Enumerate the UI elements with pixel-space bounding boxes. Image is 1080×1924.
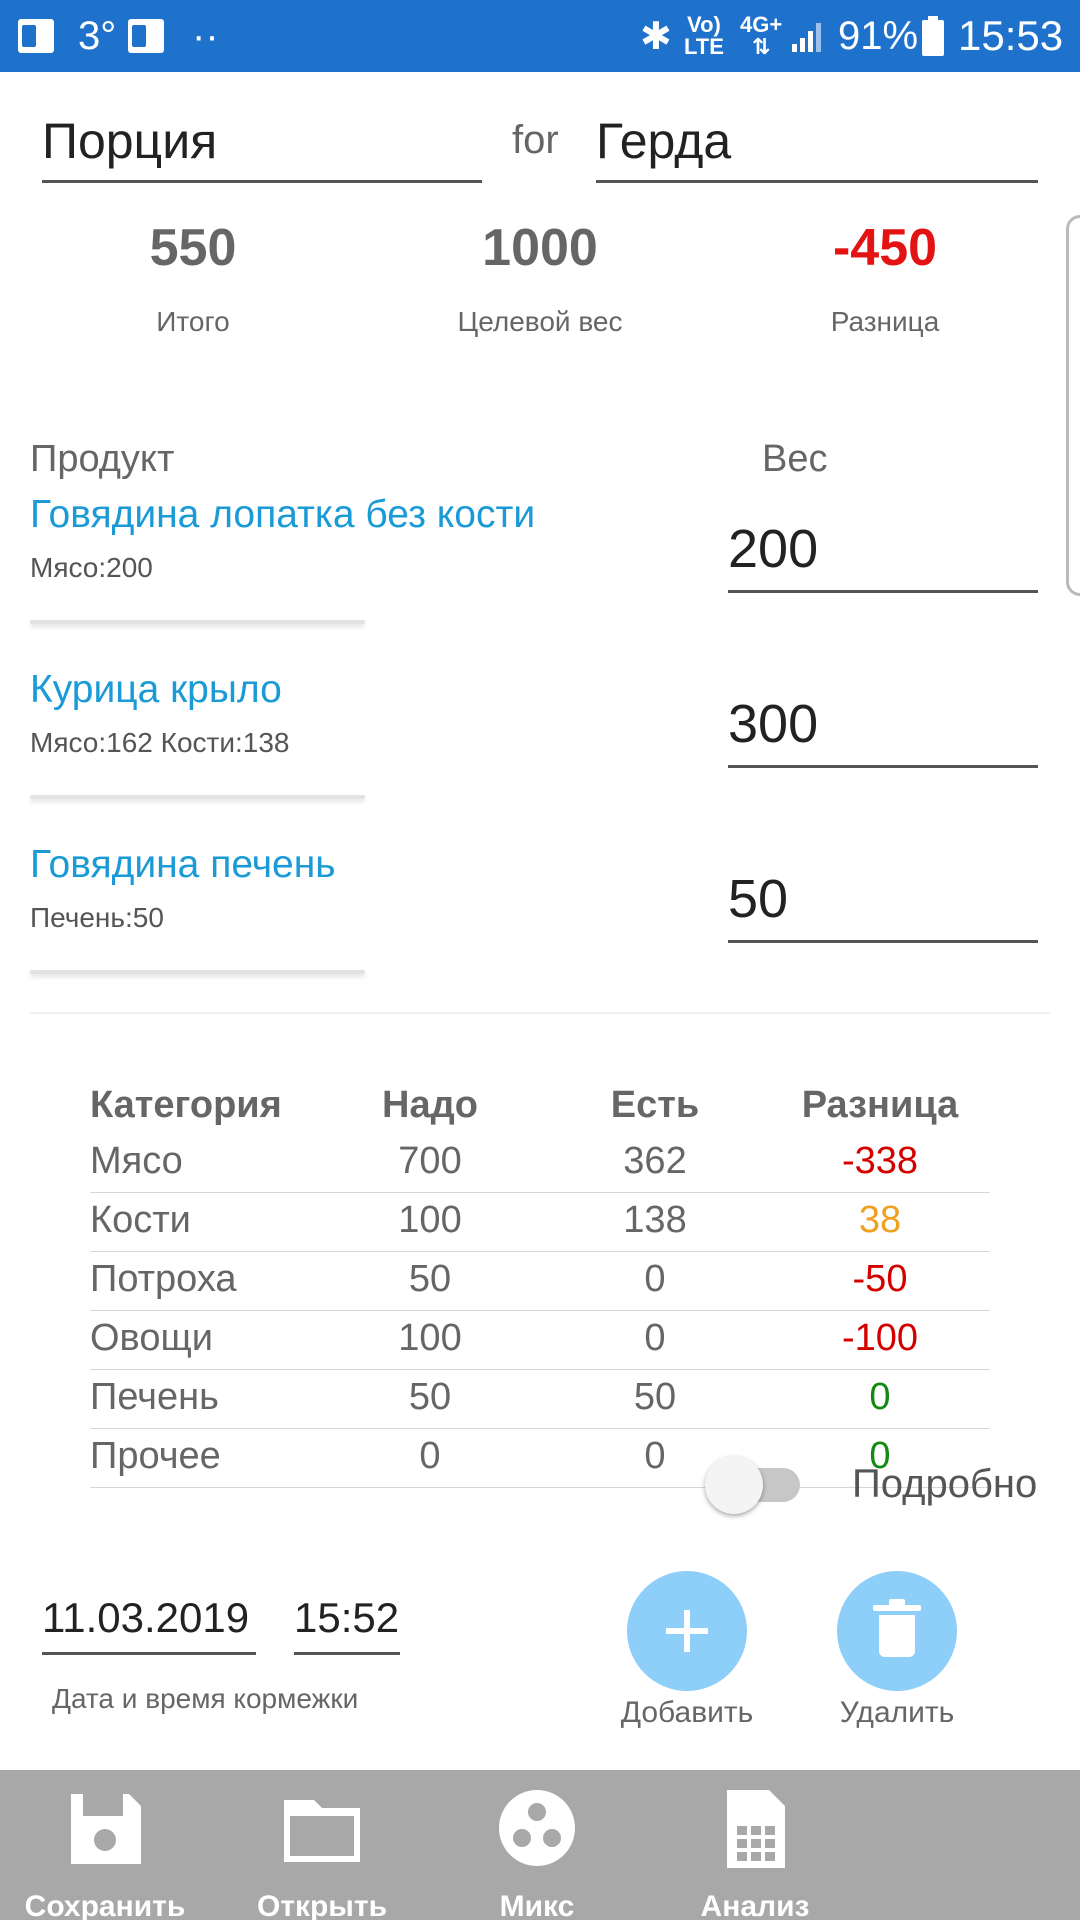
have-value: 138 (623, 1199, 687, 1241)
for-label: for (512, 118, 559, 162)
header-have: Есть (610, 1084, 700, 1126)
spreadsheet-icon (695, 1788, 815, 1870)
table-row: Потроха 50 0 -50 (90, 1252, 990, 1311)
add-button-label: Добавить (620, 1696, 754, 1729)
header-need: Надо (382, 1084, 478, 1126)
category-name: Печень (90, 1376, 219, 1418)
feeding-datetime-caption: Дата и время кормежки (52, 1683, 359, 1714)
feeding-time-input[interactable]: 15:52 (294, 1590, 400, 1655)
category-name: Мясо (90, 1140, 183, 1182)
outlook-icon (18, 0, 54, 72)
product-name-link[interactable]: Курица крыло (30, 668, 282, 712)
difference-value: -50 (852, 1258, 908, 1300)
battery-percent: 91% (838, 13, 919, 58)
category-name: Потроха (90, 1258, 237, 1300)
delete-button[interactable] (837, 1571, 957, 1691)
table-row: Овощи 100 0 -100 (90, 1311, 990, 1370)
product-name-link[interactable]: Говядина лопатка без кости (30, 493, 535, 537)
save-icon (45, 1788, 165, 1870)
difference-label: Разница (830, 306, 940, 337)
product-column-header: Продукт (30, 438, 175, 480)
battery-icon (922, 0, 944, 72)
delete-button-label: Удалить (839, 1696, 955, 1729)
nav-mix-button[interactable]: Микс (477, 1770, 597, 1923)
product-divider (30, 970, 365, 974)
notification-dots: ·· (192, 13, 219, 58)
need-value: 100 (398, 1317, 462, 1359)
difference-value: 38 (858, 1199, 902, 1241)
portion-name-input[interactable]: Порция (42, 110, 482, 183)
bottom-navigation: Сохранить Открыть Микс Анализ (0, 1770, 1080, 1923)
need-value: 0 (419, 1435, 441, 1477)
have-value: 50 (633, 1376, 677, 1418)
have-value: 362 (623, 1140, 687, 1182)
difference-value: -450 (832, 219, 938, 277)
category-name: Кости (90, 1199, 191, 1241)
add-button[interactable] (627, 1571, 747, 1691)
product-composition: Мясо:200 (30, 552, 153, 583)
product-composition: Мясо:162 Кости:138 (30, 727, 290, 758)
outlook-icon (128, 0, 164, 72)
weight-input[interactable]: 300 (728, 685, 1038, 768)
product-name-link[interactable]: Говядина печень (30, 843, 336, 887)
details-toggle-knob[interactable] (705, 1456, 763, 1514)
volte-indicator: Vo) LTE (684, 12, 724, 59)
target-weight-label: Целевой вес (457, 306, 623, 337)
clock: 15:53 (958, 12, 1064, 59)
difference-value: -100 (841, 1317, 919, 1359)
need-value: 50 (408, 1258, 452, 1300)
table-header-row: Категория Надо Есть Разница (90, 1078, 990, 1134)
need-value: 100 (398, 1199, 462, 1241)
total-value: 550 (149, 219, 237, 277)
category-name: Овощи (90, 1317, 213, 1359)
product-divider (30, 620, 365, 624)
folder-icon (262, 1788, 382, 1870)
difference-value: 0 (869, 1376, 891, 1418)
have-value: 0 (644, 1258, 666, 1300)
table-row: Кости 100 138 38 (90, 1193, 990, 1252)
nav-save-button[interactable]: Сохранить (25, 1770, 185, 1923)
category-name: Прочее (90, 1435, 221, 1477)
nav-analysis-button[interactable]: Анализ (695, 1770, 815, 1923)
target-weight-value: 1000 (482, 219, 598, 277)
signal-icon (790, 0, 826, 72)
need-value: 50 (408, 1376, 452, 1418)
mix-icon (477, 1788, 597, 1870)
weight-input[interactable]: 200 (728, 510, 1038, 593)
product-divider (30, 795, 365, 799)
header-difference: Разница (801, 1084, 959, 1126)
weight-input[interactable]: 50 (728, 860, 1038, 943)
feeding-date-input[interactable]: 11.03.2019 (42, 1590, 256, 1655)
category-table: Категория Надо Есть Разница Мясо 700 362… (90, 1078, 990, 1488)
bluetooth-icon: ✱ (640, 15, 672, 58)
weight-column-header: Вес (762, 438, 828, 480)
section-divider (30, 1012, 1050, 1014)
network-indicator: 4G+ ⇅ (740, 12, 783, 59)
side-panel-edge[interactable] (1066, 215, 1080, 596)
nav-open-button[interactable]: Открыть (257, 1770, 387, 1923)
details-toggle-label: Подробно (852, 1462, 1038, 1506)
total-label: Итого (156, 306, 230, 337)
nav-analysis-label: Анализ (700, 1890, 810, 1923)
product-composition: Печень:50 (30, 902, 164, 933)
table-row: Мясо 700 362 -338 (90, 1134, 990, 1193)
pet-name-input[interactable]: Герда (596, 110, 1038, 183)
need-value: 700 (398, 1140, 462, 1182)
status-bar: 3° ·· ✱ Vo) LTE 4G+ ⇅ 91% 15:53 (0, 0, 1080, 72)
temperature: 3° (78, 13, 117, 58)
header-category: Категория (90, 1084, 282, 1126)
difference-value: -338 (841, 1140, 919, 1182)
table-row: Печень 50 50 0 (90, 1370, 990, 1429)
have-value: 0 (644, 1317, 666, 1359)
